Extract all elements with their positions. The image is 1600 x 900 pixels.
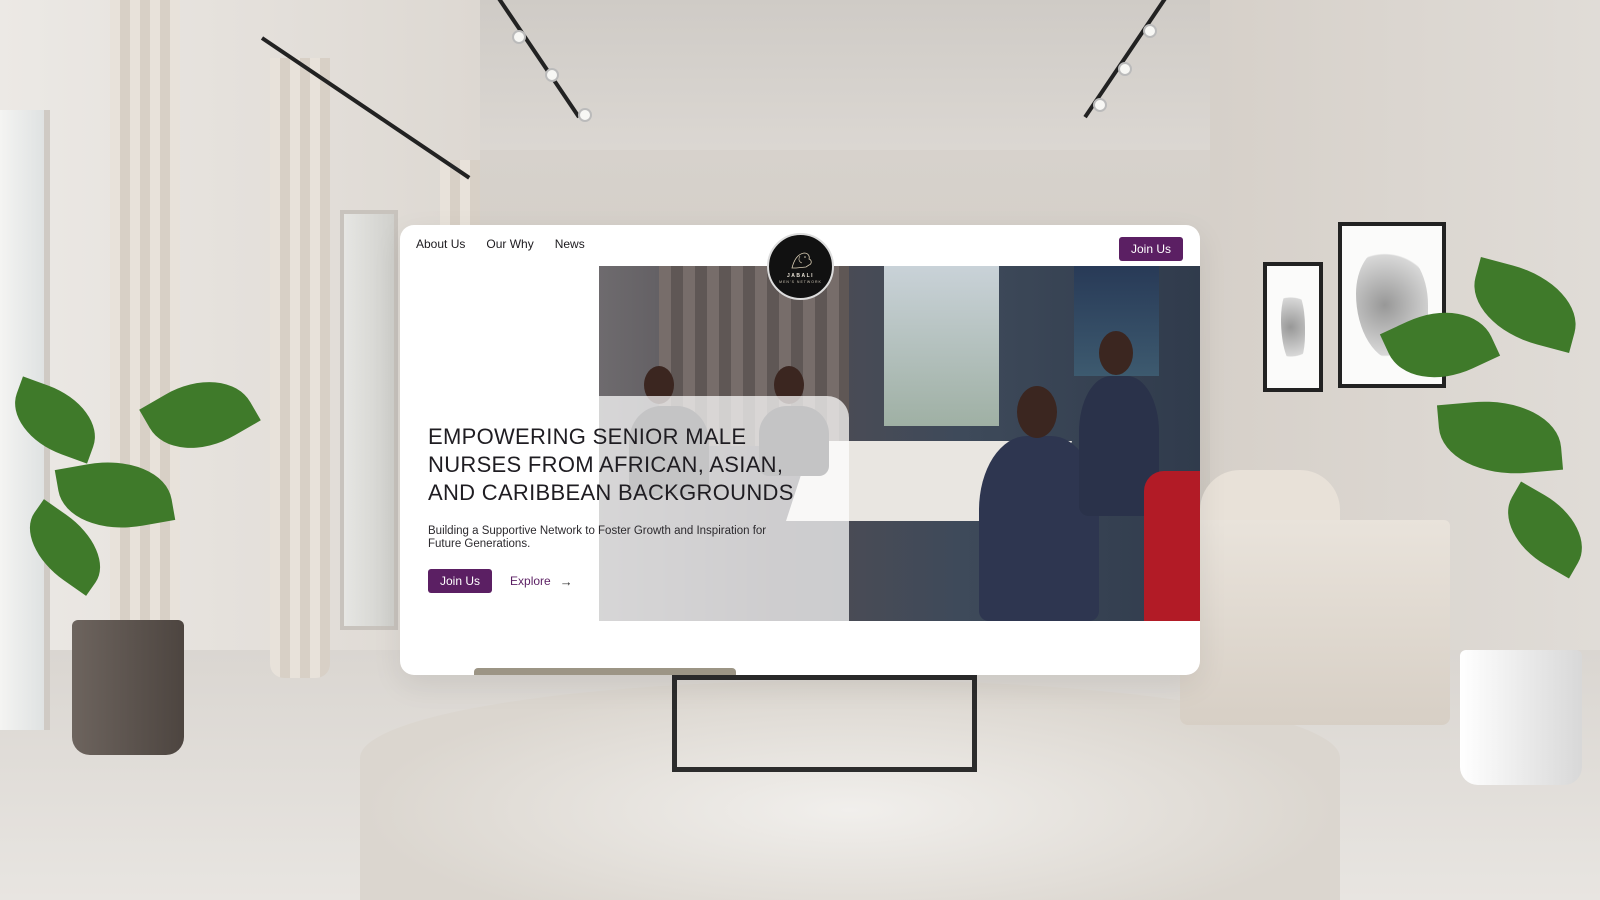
explore-link[interactable]: Explore →: [510, 574, 573, 589]
plant-pot: [1460, 650, 1582, 785]
nav-news[interactable]: News: [555, 237, 585, 251]
explore-label: Explore: [510, 574, 551, 588]
website-card: About Us Our Why News JABALI MEN'S NETWO…: [400, 225, 1200, 675]
sofa: [1180, 520, 1450, 725]
photo-person-head: [1017, 386, 1057, 438]
coffee-table: [672, 672, 977, 772]
hero-content: EMPOWERING SENIOR MALE NURSES FROM AFRIC…: [428, 423, 848, 593]
spotlight: [545, 68, 559, 82]
spotlight: [1118, 62, 1132, 76]
hero-title-line: EMPOWERING SENIOR MALE: [428, 424, 747, 449]
spotlight: [1143, 24, 1157, 38]
hero-actions: Join Us Explore →: [428, 569, 848, 593]
nav-about-us[interactable]: About Us: [416, 237, 465, 251]
hero-join-us-button[interactable]: Join Us: [428, 569, 493, 593]
photo-window: [884, 266, 999, 426]
site-logo[interactable]: JABALI MEN'S NETWORK: [767, 233, 834, 300]
arrow-right-icon: →: [559, 573, 573, 589]
lion-logo-icon: [790, 252, 812, 268]
spotlight: [578, 108, 592, 122]
spotlight: [1093, 98, 1107, 112]
logo-name: JABALI: [786, 272, 815, 279]
hero-title-line: NURSES FROM AFRICAN, ASIAN,: [428, 452, 784, 477]
hero-title: EMPOWERING SENIOR MALE NURSES FROM AFRIC…: [428, 423, 848, 507]
photo-red-coat: [1144, 471, 1200, 621]
scrollbar-thumb[interactable]: [474, 668, 736, 675]
main-nav: About Us Our Why News: [416, 237, 585, 251]
plant-pot: [72, 620, 184, 755]
logo-subtitle: MEN'S NETWORK: [779, 279, 822, 284]
hero-subtitle: Building a Supportive Network to Foster …: [428, 525, 767, 550]
photo-person-head: [1099, 331, 1133, 375]
wall-art-frame: [1263, 262, 1323, 392]
hero-title-line: AND CARIBBEAN BACKGROUNDS: [428, 480, 794, 505]
curtain: [270, 58, 330, 678]
spotlight: [512, 30, 526, 44]
nav-our-why[interactable]: Our Why: [486, 237, 533, 251]
glass-door: [340, 210, 398, 630]
curtain: [110, 0, 180, 680]
nav-join-us-button[interactable]: Join Us: [1118, 237, 1183, 261]
